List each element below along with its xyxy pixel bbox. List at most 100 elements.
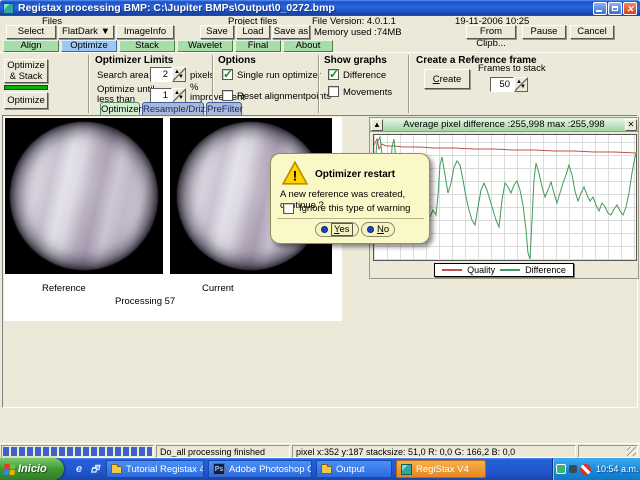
taskbar: Inicio e 🗗 Tutorial Registax 4 Ps Adobe … — [0, 458, 640, 480]
taskbar-item-label: Tutorial Registax 4 — [126, 463, 204, 475]
search-area-spinner[interactable]: ▲ ▼ — [172, 67, 186, 82]
internet-explorer-icon[interactable]: e — [72, 462, 86, 476]
system-tray: 10:54 a.m. — [552, 458, 640, 480]
minimize-icon — [596, 9, 602, 12]
svg-text:!: ! — [293, 168, 298, 184]
improvement-value[interactable]: 1 — [150, 88, 172, 103]
reset-alignmentpoints-checkbox[interactable] — [222, 90, 233, 101]
optimizer-control-panel: Optimize & Stack Optimize Optimizer Limi… — [0, 52, 640, 116]
no-button-label: No — [377, 224, 390, 235]
difference-legend-swatch — [500, 269, 521, 271]
resize-grip[interactable] — [627, 447, 636, 456]
processing-status: Processing 57 — [115, 296, 176, 307]
movements-checkbox[interactable] — [328, 86, 339, 97]
graph-close-button[interactable]: ✕ — [625, 118, 637, 131]
spin-down-icon: ▼ — [520, 84, 526, 90]
frames-to-stack-spinner[interactable]: ▲ ▼ — [514, 77, 528, 92]
select-button[interactable]: Select — [6, 25, 56, 39]
cancel-button[interactable]: Cancel — [570, 25, 614, 39]
quality-legend-label: Quality — [467, 265, 496, 275]
status-bar: Do_all processing finished pixel x:352 y… — [0, 443, 640, 458]
status-progress-panel — [1, 445, 154, 458]
optimize-and-stack-button[interactable]: Optimize & Stack — [4, 59, 48, 83]
main-tabs: Align Optimize Stack Wavelet Final About — [0, 40, 640, 52]
reference-image[interactable] — [5, 118, 163, 274]
reset-alignmentpoints-label: Reset alignmentpoints — [237, 91, 331, 102]
yes-button-label: Yes — [331, 223, 353, 236]
taskbar-item-tutorial-registax[interactable]: Tutorial Registax 4 — [106, 460, 204, 478]
graph-title: Average pixel difference :255,998 max :2… — [403, 119, 605, 130]
close-icon: ✕ — [626, 3, 634, 14]
subtab-prefilter[interactable]: PreFilter — [206, 102, 243, 116]
create-button-label: Create — [432, 73, 462, 85]
taskbar-item-label: Adobe Photoshop CS3 — [229, 463, 311, 475]
frames-to-stack-label: Frames to stack — [478, 63, 546, 74]
taskbar-item-label: RegiStax V4 — [416, 463, 469, 475]
status-message-panel: Do_all processing finished — [156, 445, 290, 458]
subtab-optimizer[interactable]: Optimizer — [100, 102, 142, 116]
taskbar-item-registax[interactable]: RegiStax V4 — [396, 460, 486, 478]
tab-wavelet[interactable]: Wavelet — [177, 40, 233, 52]
subtab-resample-drizzle[interactable]: Resample/Drizzle — [142, 102, 217, 116]
titlebar[interactable]: Registax processing BMP: C:\Jupiter BMPs… — [0, 0, 640, 16]
taskbar-item-photoshop[interactable]: Ps Adobe Photoshop CS3 — [208, 460, 312, 478]
optimizer-restart-dialog: ! Optimizer restart A new reference was … — [270, 153, 430, 244]
folder-icon — [111, 464, 122, 474]
graph-collapse-button[interactable]: ▲ — [371, 118, 383, 131]
start-button-label: Inicio — [18, 463, 47, 475]
search-area-unit: pixels — [190, 70, 215, 81]
spin-down-icon: ▼ — [178, 95, 184, 101]
registax-icon — [401, 463, 412, 475]
optimize-button[interactable]: Optimize — [4, 92, 48, 109]
graph-legend: Quality Difference — [434, 263, 574, 277]
save-button[interactable]: Save — [200, 25, 234, 39]
registax-app-icon — [3, 2, 14, 14]
create-button[interactable]: Create — [424, 69, 470, 89]
warning-icon: ! — [282, 161, 308, 185]
taskbar-item-output[interactable]: Output — [316, 460, 392, 478]
tray-utility-icon[interactable] — [569, 465, 577, 473]
frames-to-stack-value[interactable]: 50 — [490, 77, 514, 92]
separator — [88, 55, 90, 113]
tray-ati-icon[interactable] — [580, 463, 591, 475]
show-desktop-icon[interactable]: 🗗 — [88, 462, 102, 476]
tab-stack[interactable]: Stack — [119, 40, 175, 52]
tray-media-icon[interactable] — [556, 464, 566, 474]
restore-button[interactable] — [608, 1, 622, 15]
window-title: Registax processing BMP: C:\Jupiter BMPs… — [18, 2, 335, 14]
tab-final[interactable]: Final — [235, 40, 281, 52]
no-button[interactable]: No — [361, 222, 396, 237]
radio-dot-icon — [321, 226, 328, 233]
optimize-progress-bar — [4, 85, 48, 90]
save-as-button[interactable]: Save as — [272, 25, 310, 39]
minimize-button[interactable] — [593, 1, 607, 15]
dialog-title: Optimizer restart — [315, 169, 396, 180]
load-button[interactable]: Load — [236, 25, 270, 39]
graph-header: ▲ Average pixel difference :255,998 max … — [370, 118, 638, 132]
reference-caption: Reference — [42, 283, 86, 294]
flatdark-dropdown-button[interactable]: FlatDark ▼ — [58, 25, 114, 39]
options-title: Options — [218, 55, 256, 66]
folder-icon — [321, 464, 332, 474]
from-clipboard-button[interactable]: From Clipb... — [466, 25, 516, 49]
search-area-label: Search area — [97, 70, 149, 81]
dialog-separator — [277, 218, 424, 219]
yes-button[interactable]: Yes — [315, 222, 359, 237]
difference-checkbox[interactable] — [328, 67, 339, 81]
pause-button[interactable]: Pause — [522, 25, 566, 39]
start-button[interactable]: Inicio — [0, 458, 64, 480]
ignore-warning-checkbox[interactable] — [283, 203, 294, 214]
search-area-value[interactable]: 2 — [150, 67, 172, 82]
photoshop-icon: Ps — [213, 463, 225, 475]
improvement-spinner[interactable]: ▲ ▼ — [172, 88, 186, 103]
tab-align[interactable]: Align — [3, 40, 59, 52]
status-pixel-info-panel: pixel x:352 y:187 stacksize: 51,0 R: 0,0… — [292, 445, 576, 458]
imageinfo-button[interactable]: ImageInfo — [116, 25, 174, 39]
registax-window: Registax processing BMP: C:\Jupiter BMPs… — [0, 0, 640, 480]
single-run-optimizer-label: Single run optimizer — [237, 70, 321, 81]
tab-optimize[interactable]: Optimize — [61, 40, 117, 52]
close-button[interactable]: ✕ — [623, 1, 637, 15]
jupiter-reference-image — [10, 122, 158, 270]
single-run-optimizer-checkbox[interactable] — [222, 67, 233, 81]
tab-about[interactable]: About — [283, 40, 333, 52]
